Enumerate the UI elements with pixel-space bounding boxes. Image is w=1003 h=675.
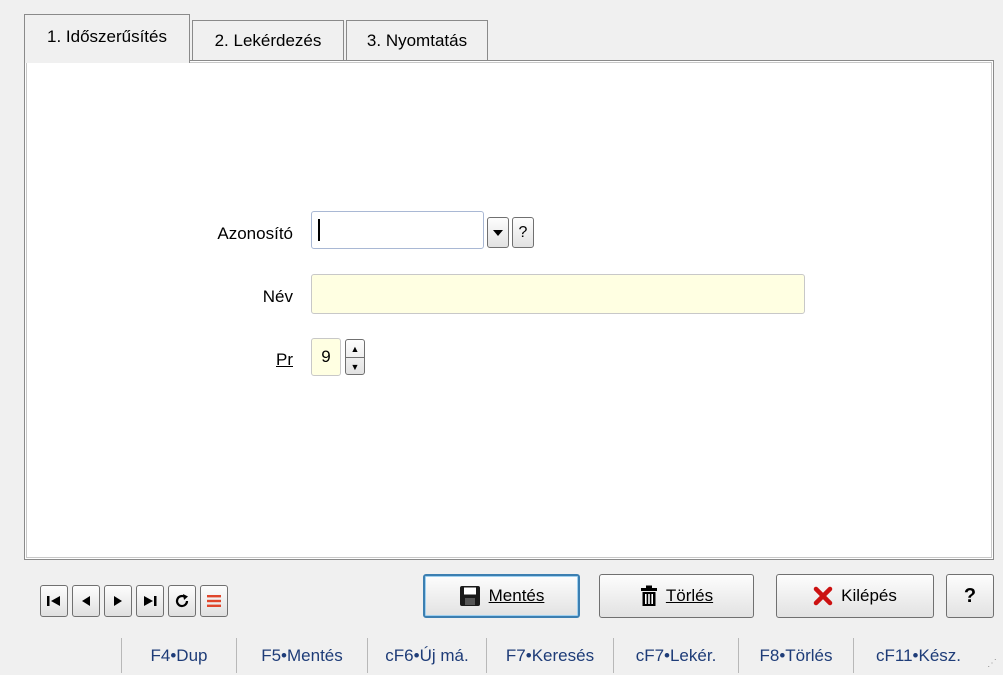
azonosito-help-button[interactable]: ? xyxy=(512,217,534,248)
pr-spinner[interactable]: ▲ ▼ xyxy=(345,339,365,375)
azonosito-dropdown-button[interactable] xyxy=(487,217,509,248)
tab-lekerdezes[interactable]: 2. Lekérdezés xyxy=(192,20,344,60)
list-icon xyxy=(207,595,221,607)
status-cf11-kesz[interactable]: cF11•Kész. xyxy=(853,638,983,673)
first-record-icon xyxy=(47,596,60,606)
status-label: F4•Dup xyxy=(150,645,208,665)
status-label: F7•Keresés xyxy=(505,645,595,665)
status-cf7-leker[interactable]: cF7•Lekér. xyxy=(613,638,738,673)
save-disk-icon xyxy=(459,586,480,606)
trash-icon xyxy=(640,585,657,606)
status-bar: F4•Dup F5•Mentés cF6•Új má. F7•Keresés c… xyxy=(0,628,1003,675)
chevron-down-icon xyxy=(493,229,503,236)
help-button[interactable]: ? xyxy=(946,574,994,618)
exit-label: Kilépés xyxy=(841,586,897,605)
help-icon: ? xyxy=(963,584,977,607)
azonosito-label: Azonosító xyxy=(217,224,293,243)
azonosito-input[interactable] xyxy=(311,211,484,249)
red-x-icon xyxy=(813,586,833,606)
save-button[interactable]: Mentés xyxy=(423,574,580,618)
spin-down-icon[interactable]: ▼ xyxy=(346,357,364,375)
resize-grip-icon[interactable]: ⋰ xyxy=(987,658,997,669)
nev-input[interactable] xyxy=(311,274,805,314)
delete-label-text: Törlés xyxy=(665,586,714,605)
status-cf6-uj[interactable]: cF6•Új má. xyxy=(367,638,486,673)
last-record-button[interactable] xyxy=(136,585,164,617)
status-label: F8•Törlés xyxy=(759,645,833,665)
tab-nyomtatas[interactable]: 3. Nyomtatás xyxy=(346,20,488,60)
pr-input[interactable]: 9 xyxy=(311,338,341,376)
tab-idoszerusites[interactable]: 1. Időszerűsítés xyxy=(24,14,190,63)
previous-record-button[interactable] xyxy=(72,585,100,617)
refresh-button[interactable] xyxy=(168,585,196,617)
first-record-button[interactable] xyxy=(40,585,68,617)
status-label: F5•Mentés xyxy=(261,645,343,665)
spin-up-icon[interactable]: ▲ xyxy=(346,340,364,357)
status-f8-torles[interactable]: F8•Törlés xyxy=(738,638,853,673)
nev-label: Név xyxy=(262,287,293,306)
status-f7-kereses[interactable]: F7•Keresés xyxy=(486,638,613,673)
next-record-icon xyxy=(114,596,122,606)
exit-button[interactable]: Kilépés xyxy=(776,574,934,618)
tab-label: 1. Időszerűsítés xyxy=(46,27,167,46)
tab-label: 2. Lekérdezés xyxy=(214,30,322,50)
status-label: cF11•Kész. xyxy=(876,645,961,665)
question-icon: ? xyxy=(518,223,528,241)
save-label-text: Mentés xyxy=(488,586,545,605)
pr-label: Pr xyxy=(150,350,293,370)
pr-value: 9 xyxy=(321,347,331,366)
save-label: Mentés xyxy=(489,586,545,606)
delete-label: Törlés xyxy=(666,586,713,606)
previous-record-icon xyxy=(82,596,90,606)
list-button[interactable] xyxy=(200,585,228,617)
pr-label-text: Pr xyxy=(276,350,293,369)
status-f5-mentes[interactable]: F5•Mentés xyxy=(236,638,367,673)
next-record-button[interactable] xyxy=(104,585,132,617)
text-caret xyxy=(318,219,320,241)
last-record-icon xyxy=(144,596,157,606)
refresh-icon xyxy=(175,594,189,608)
tab-label: 3. Nyomtatás xyxy=(366,30,468,50)
status-label: cF7•Lekér. xyxy=(635,645,717,665)
delete-button[interactable]: Törlés xyxy=(599,574,754,618)
status-f4-dup[interactable]: F4•Dup xyxy=(121,638,236,673)
status-label: cF6•Új má. xyxy=(385,645,469,665)
